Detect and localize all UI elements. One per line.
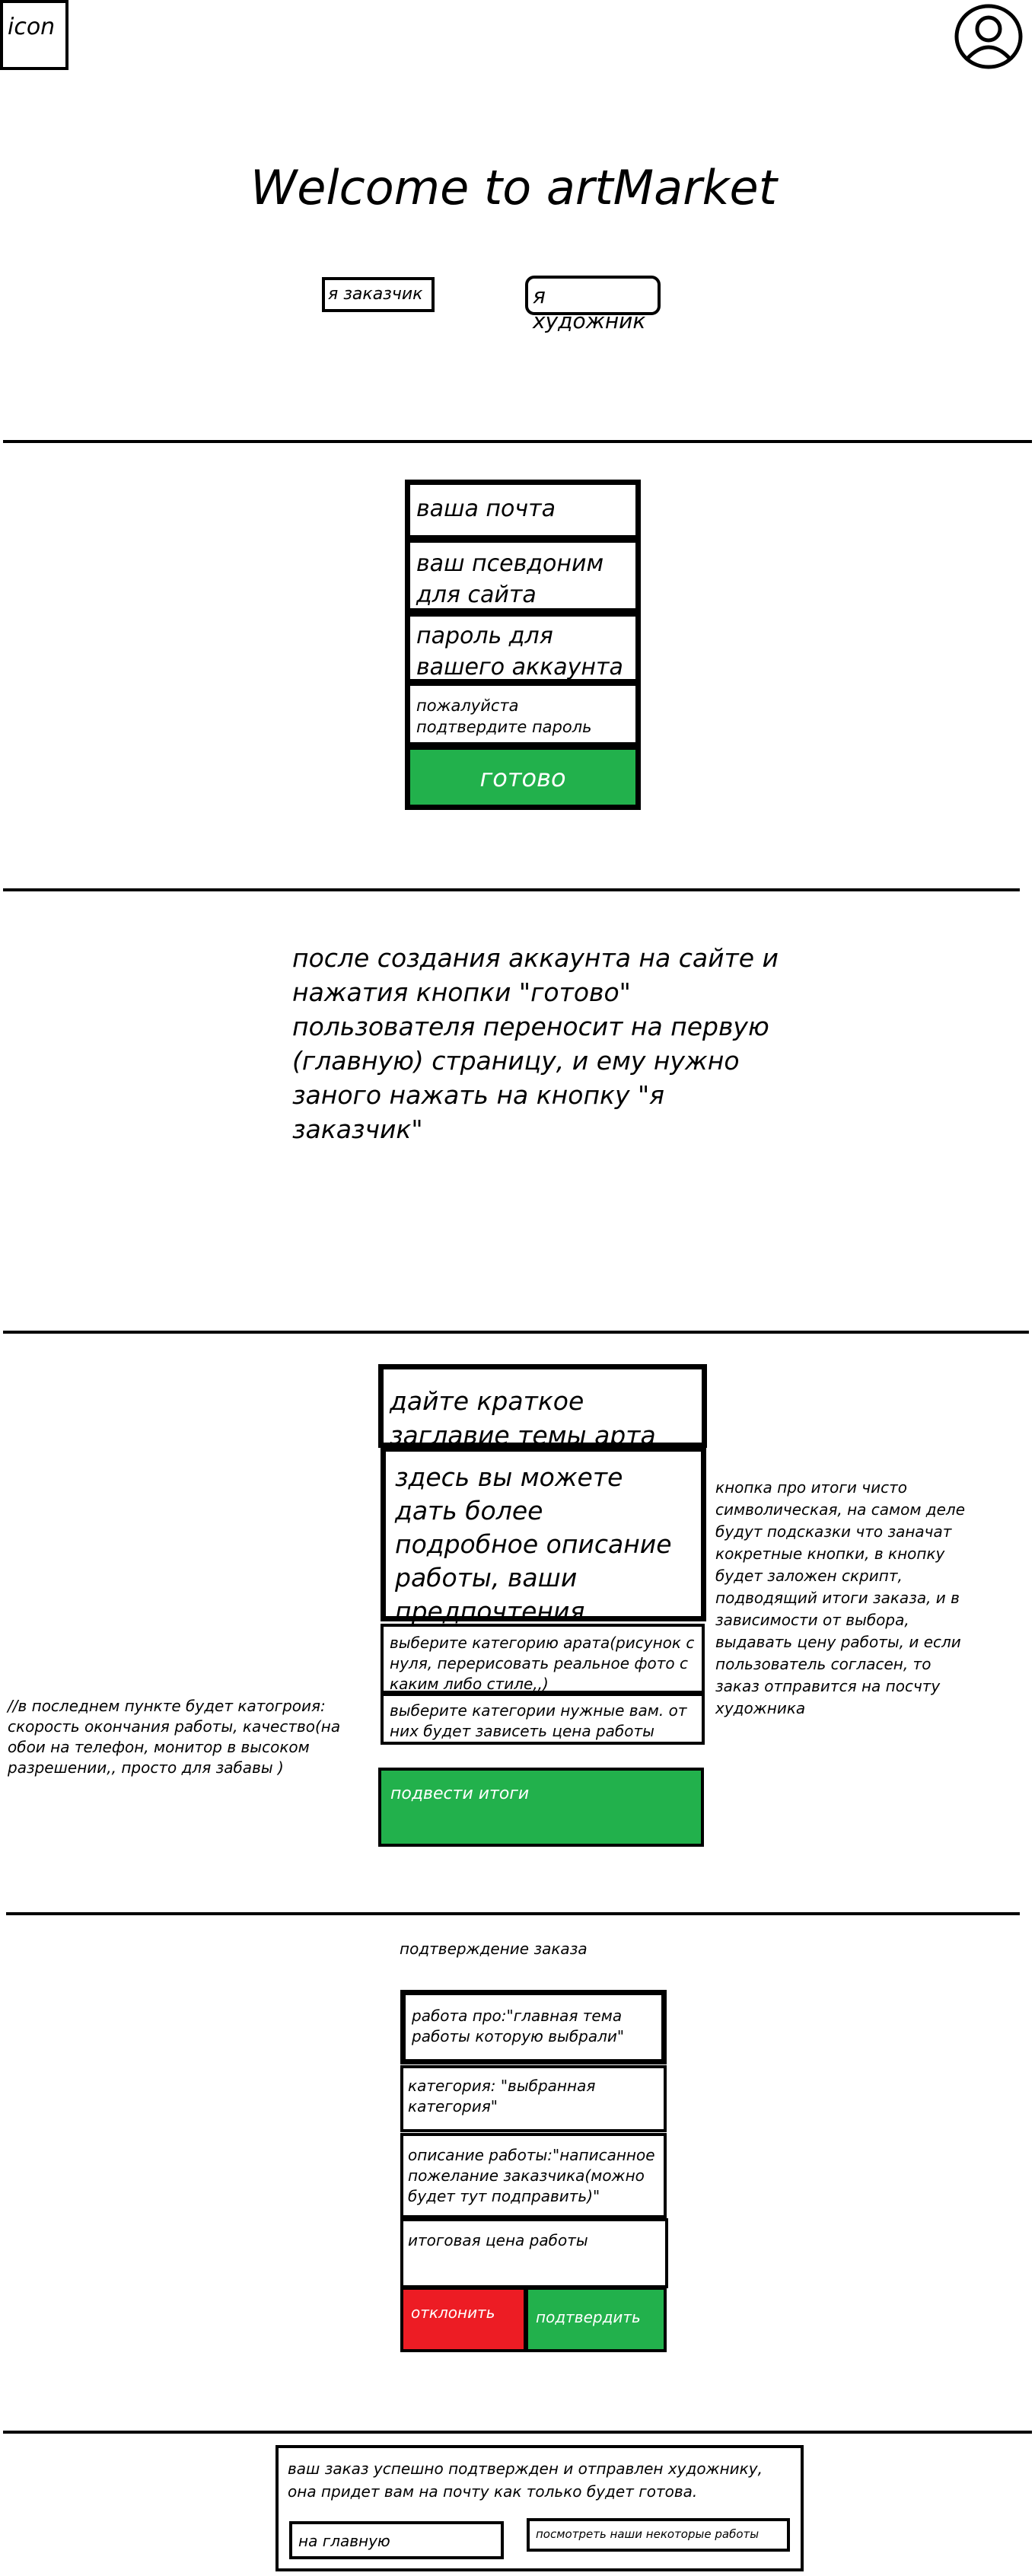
price-row: итоговая цена работы	[400, 2218, 668, 2288]
divider	[3, 440, 1032, 443]
success-message: ваш заказ успешно подтвержден и отправле…	[288, 2460, 763, 2501]
customer-button[interactable]: я заказчик	[322, 277, 435, 312]
user-circle-icon[interactable]	[953, 3, 1024, 70]
note-right: кнопка про итоги чисто символическая, на…	[715, 1478, 966, 1717]
category-select[interactable]: выберите категорию арата(рисунок с нуля,…	[381, 1624, 705, 1694]
email-field[interactable]: ваша почта	[405, 480, 641, 540]
page-title: Welcome to artMarket	[250, 160, 778, 215]
divider	[6, 1912, 1020, 1915]
done-button[interactable]: готово	[405, 744, 641, 810]
confirm-password-field[interactable]: пожалуйста подтвердите пароль	[405, 681, 641, 748]
artist-button[interactable]: я художник	[525, 276, 661, 333]
confirmation-heading: подтверждение заказа	[400, 1940, 588, 1958]
description-row[interactable]: описание работы:"написанное пожелание за…	[400, 2133, 667, 2218]
divider	[3, 2431, 1032, 2434]
logo-text: icon	[8, 14, 56, 40]
note-after-signup: после создания аккаунта на сайте и нажат…	[292, 943, 779, 1144]
art-title-field[interactable]: дайте краткое заглавие темы арта	[378, 1364, 707, 1450]
confirm-button[interactable]: подтвердить	[525, 2287, 667, 2352]
note-left: //в последнем пункте будет катогроия: ск…	[8, 1697, 341, 1777]
decline-button[interactable]: отклонить	[400, 2287, 527, 2352]
view-works-button[interactable]: посмотреть наши некоторые работы	[527, 2518, 790, 2552]
logo[interactable]: icon	[0, 0, 68, 70]
category-row: категория: "выбранная категория"	[400, 2065, 667, 2132]
home-button[interactable]: на главную	[289, 2521, 504, 2559]
divider	[3, 1331, 1029, 1334]
summary-button[interactable]: подвести итоги	[378, 1768, 704, 1847]
nickname-field[interactable]: ваш псевдоним для сайта	[405, 537, 641, 614]
options-select[interactable]: выберите категории нужные вам. от них бу…	[381, 1693, 705, 1745]
success-panel: ваш заказ успешно подтвержден и отправле…	[275, 2445, 804, 2571]
divider	[3, 888, 1020, 891]
password-field[interactable]: пароль для вашего аккаунта на сайте	[405, 611, 641, 684]
art-description-field[interactable]: здесь вы можете дать более подробное опи…	[381, 1446, 706, 1626]
topic-row: работа про:"главная тема работы которую …	[400, 1990, 667, 2064]
